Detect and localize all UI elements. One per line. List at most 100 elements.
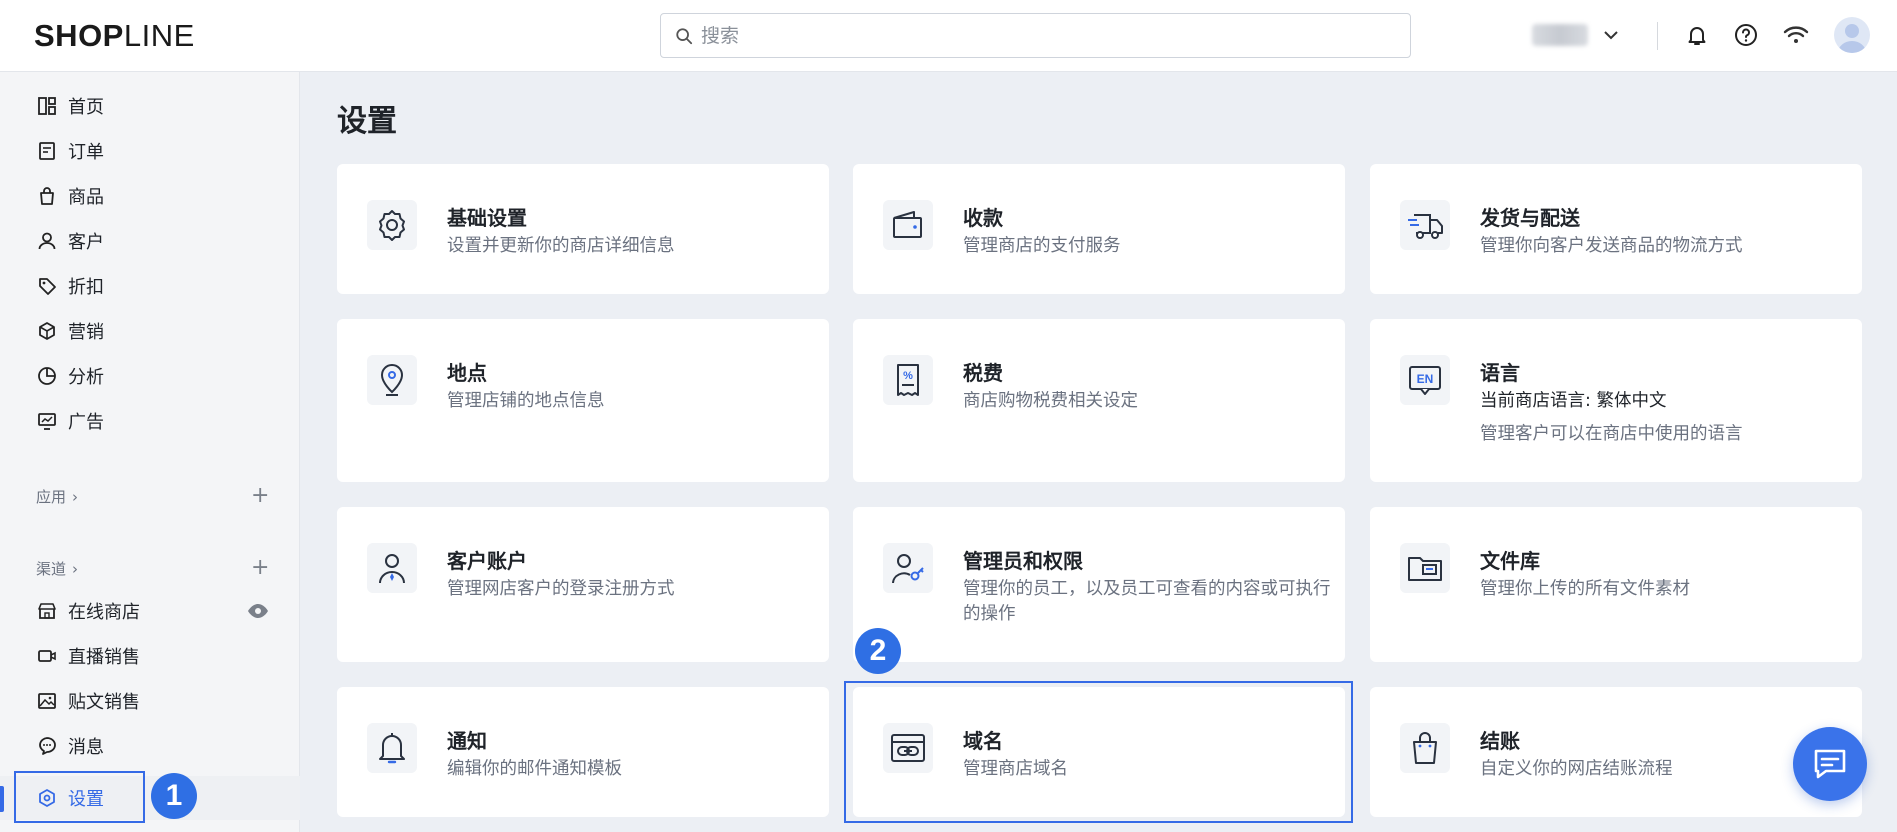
sidebar-item-orders[interactable]: 订单 bbox=[36, 135, 104, 167]
page-title: 设置 bbox=[337, 104, 397, 139]
chevron-right-icon: › bbox=[72, 559, 79, 578]
chat-support-button[interactable] bbox=[1793, 727, 1867, 801]
sidebar-item-label: 消息 bbox=[68, 737, 104, 758]
sidebar-item-label: 商品 bbox=[68, 187, 104, 208]
sidebar-item-products[interactable]: 商品 bbox=[36, 180, 104, 212]
store-name-blurred[interactable] bbox=[1532, 24, 1588, 46]
folder-icon bbox=[1400, 543, 1450, 593]
active-indicator bbox=[0, 786, 4, 812]
card-title: 地点 bbox=[447, 361, 487, 385]
sidebar-item-label: 贴文销售 bbox=[68, 692, 140, 713]
sidebar-item-label: 首页 bbox=[68, 97, 104, 118]
card-taxes[interactable]: % 税费 商店购物税费相关设定 bbox=[853, 319, 1345, 482]
sidebar-item-label: 广告 bbox=[68, 412, 104, 433]
sidebar-item-analytics[interactable]: 分析 bbox=[36, 360, 104, 392]
sidebar-item-marketing[interactable]: 营销 bbox=[36, 315, 104, 347]
wifi-icon[interactable] bbox=[1781, 20, 1811, 50]
bag-icon bbox=[36, 185, 58, 207]
card-notifications[interactable]: 通知 编辑你的邮件通知模板 bbox=[337, 687, 829, 817]
sidebar-item-live-selling[interactable]: 直播销售 bbox=[36, 640, 140, 672]
ad-monitor-icon bbox=[36, 410, 58, 432]
sidebar-item-label: 订单 bbox=[68, 142, 104, 163]
card-basic-settings[interactable]: 基础设置 设置并更新你的商店详细信息 bbox=[337, 164, 829, 294]
help-icon[interactable] bbox=[1731, 20, 1761, 50]
admin-key-icon bbox=[883, 543, 933, 593]
sidebar-item-label: 在线商店 bbox=[68, 602, 140, 623]
card-title: 客户账户 bbox=[447, 549, 527, 573]
checkout-bag-icon bbox=[1400, 723, 1450, 773]
sidebar-item-label: 折扣 bbox=[68, 277, 104, 298]
bell-icon bbox=[367, 723, 417, 773]
card-shipping[interactable]: 发货与配送 管理你向客户发送商品的物流方式 bbox=[1370, 164, 1862, 294]
tag-icon bbox=[36, 275, 58, 297]
highlight-settings-box bbox=[14, 771, 145, 823]
card-desc: 管理店铺的地点信息 bbox=[447, 391, 605, 411]
section-channels-label: 渠道 bbox=[36, 560, 67, 578]
language-en-icon: EN bbox=[1400, 355, 1450, 405]
eye-icon[interactable] bbox=[247, 603, 269, 623]
step-badge-1: 1 bbox=[151, 773, 197, 819]
sidebar-item-online-store[interactable]: 在线商店 bbox=[36, 595, 140, 627]
sidebar-item-messages[interactable]: 消息 bbox=[36, 730, 104, 762]
pie-chart-icon bbox=[36, 365, 58, 387]
sidebar-item-label: 客户 bbox=[68, 232, 104, 253]
sidebar-item-home[interactable]: 首页 bbox=[36, 90, 104, 122]
card-title: 结账 bbox=[1480, 729, 1520, 753]
card-title: 发货与配送 bbox=[1480, 206, 1580, 230]
card-locations[interactable]: 地点 管理店铺的地点信息 bbox=[337, 319, 829, 482]
card-title: 通知 bbox=[447, 729, 487, 753]
card-title: 收款 bbox=[963, 206, 1003, 230]
video-icon bbox=[36, 645, 58, 667]
card-desc: 编辑你的邮件通知模板 bbox=[447, 759, 622, 779]
image-post-icon bbox=[36, 690, 58, 712]
svg-text:EN: EN bbox=[1417, 372, 1434, 386]
card-admins-permissions[interactable]: 管理员和权限 管理你的员工，以及员工可查看的内容或可执行的操作 bbox=[853, 507, 1345, 662]
bell-icon[interactable] bbox=[1682, 20, 1712, 50]
shopline-logo[interactable]: SHOPLINE bbox=[34, 18, 195, 54]
order-icon bbox=[36, 140, 58, 162]
card-customer-accounts[interactable]: 客户账户 管理网店客户的登录注册方式 bbox=[337, 507, 829, 662]
card-desc-secondary: 管理客户可以在商店中使用的语言 bbox=[1480, 424, 1743, 444]
sidebar-item-discounts[interactable]: 折扣 bbox=[36, 270, 104, 302]
customer-account-icon bbox=[367, 543, 417, 593]
cube-icon bbox=[36, 320, 58, 342]
highlight-domains-box bbox=[844, 681, 1353, 823]
wallet-icon bbox=[883, 200, 933, 250]
card-payments[interactable]: 收款 管理商店的支付服务 bbox=[853, 164, 1345, 294]
truck-icon bbox=[1400, 200, 1450, 250]
tax-receipt-icon: % bbox=[883, 355, 933, 405]
card-desc: 商店购物税费相关设定 bbox=[963, 391, 1138, 411]
location-pin-icon bbox=[367, 355, 417, 405]
chevron-down-icon[interactable] bbox=[1596, 20, 1626, 50]
card-languages[interactable]: EN 语言 当前商店语言: 繁体中文 管理客户可以在商店中使用的语言 bbox=[1370, 319, 1862, 482]
card-desc: 管理网店客户的登录注册方式 bbox=[447, 579, 675, 599]
chevron-right-icon: › bbox=[72, 487, 79, 506]
card-title: 税费 bbox=[963, 361, 1003, 385]
search-icon bbox=[676, 28, 693, 45]
card-desc: 当前商店语言: 繁体中文 bbox=[1480, 391, 1667, 411]
top-header: SHOPLINE bbox=[0, 0, 1897, 72]
card-desc: 管理你的员工，以及员工可查看的内容或可执行的操作 bbox=[963, 579, 1331, 624]
card-checkout[interactable]: 结账 自定义你的网店结账流程 bbox=[1370, 687, 1862, 817]
section-apps[interactable]: 应用 › bbox=[36, 486, 78, 507]
sidebar-item-label: 直播销售 bbox=[68, 647, 140, 668]
section-channels[interactable]: 渠道 › bbox=[36, 558, 78, 579]
step-badge-2: 2 bbox=[855, 628, 901, 674]
sidebar-item-label: 营销 bbox=[68, 322, 104, 343]
sidebar-item-ads[interactable]: 广告 bbox=[36, 405, 104, 437]
card-title: 语言 bbox=[1480, 361, 1520, 385]
search-input[interactable] bbox=[701, 20, 1391, 52]
card-desc: 管理你上传的所有文件素材 bbox=[1480, 579, 1690, 599]
search-box[interactable] bbox=[660, 13, 1411, 58]
gear-icon bbox=[367, 200, 417, 250]
svg-text:%: % bbox=[903, 370, 913, 382]
sidebar-item-customers[interactable]: 客户 bbox=[36, 225, 104, 257]
add-channel-button[interactable]: + bbox=[251, 557, 269, 579]
avatar[interactable] bbox=[1834, 17, 1870, 53]
add-app-button[interactable]: + bbox=[251, 485, 269, 507]
card-file-library[interactable]: 文件库 管理你上传的所有文件素材 bbox=[1370, 507, 1862, 662]
sidebar-item-post-selling[interactable]: 贴文销售 bbox=[36, 685, 140, 717]
card-title: 基础设置 bbox=[447, 206, 527, 230]
card-desc: 设置并更新你的商店详细信息 bbox=[447, 236, 675, 256]
chat-icon bbox=[1814, 749, 1846, 779]
